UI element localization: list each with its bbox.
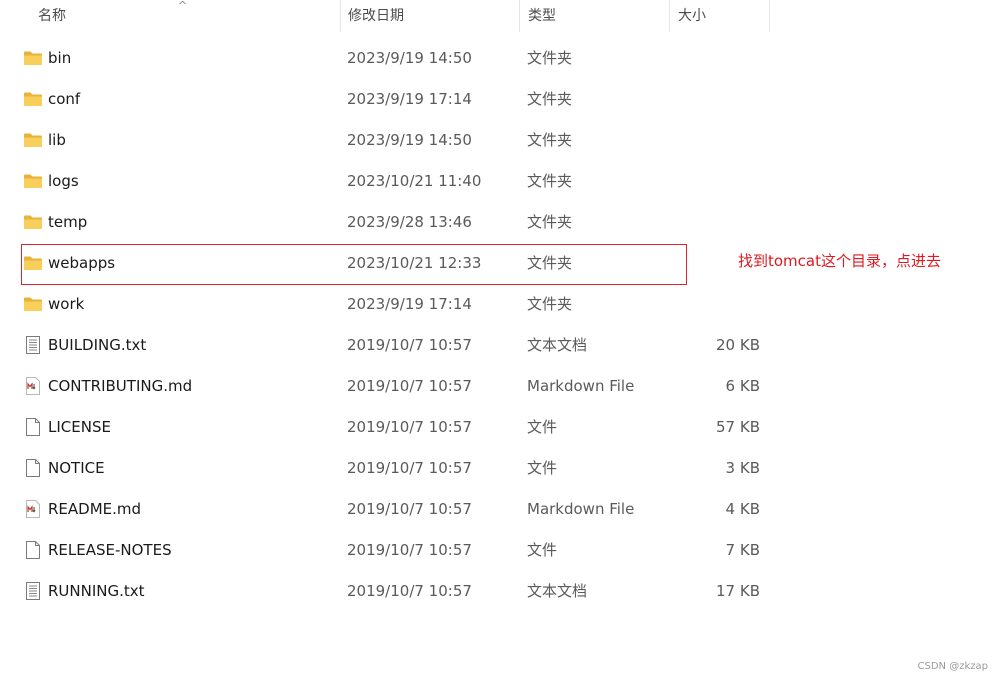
file-modified-date: 2023/9/19 14:50 xyxy=(347,131,472,149)
file-type: 文件夹 xyxy=(527,49,573,67)
file-row[interactable]: CONTRIBUTING.md 2019/10/7 10:57 Markdown F… xyxy=(0,366,780,407)
folder-icon xyxy=(23,130,43,150)
file-name: bin xyxy=(48,49,72,67)
file-row[interactable]: RUNNING.txt 2019/10/7 10:57 文本文档 17 KB xyxy=(0,571,780,612)
markdown-file-icon xyxy=(23,499,43,519)
blank-file-icon xyxy=(23,540,43,560)
webapps-highlight-box xyxy=(21,244,687,285)
folder-icon xyxy=(23,48,43,68)
markdown-file-icon xyxy=(23,376,43,396)
file-name: temp xyxy=(48,213,88,231)
file-name: CONTRIBUTING.md xyxy=(48,377,193,395)
file-name: RELEASE-NOTES xyxy=(48,541,172,559)
column-header-size[interactable]: 大小 xyxy=(678,0,706,32)
file-modified-date: 2019/10/7 10:57 xyxy=(347,459,472,477)
column-divider[interactable] xyxy=(519,0,520,32)
text-document-icon xyxy=(23,581,43,601)
file-name: work xyxy=(48,295,85,313)
file-type: 文本文档 xyxy=(527,582,588,600)
file-row[interactable]: README.md 2019/10/7 10:57 Markdown File 4 K… xyxy=(0,489,780,530)
text-document-icon xyxy=(23,335,43,355)
file-row[interactable]: BUILDING.txt 2019/10/7 10:57 文本文档 20 KB xyxy=(0,325,780,366)
file-size: 20 KB xyxy=(716,336,760,354)
column-header: 名称 ^ 修改日期 类型 大小 xyxy=(0,0,770,32)
file-type: 文件 xyxy=(527,459,558,477)
file-type: 文件夹 xyxy=(527,172,573,190)
file-type: 文件夹 xyxy=(527,295,573,313)
column-header-date[interactable]: 修改日期 xyxy=(348,0,404,32)
annotation-text: 找到tomcat这个目录，点进去 xyxy=(738,252,941,270)
file-row[interactable]: LICENSE 2019/10/7 10:57 文件 57 KB xyxy=(0,407,780,448)
file-modified-date: 2023/9/19 17:14 xyxy=(347,90,472,108)
file-modified-date: 2019/10/7 10:57 xyxy=(347,377,472,395)
folder-icon xyxy=(23,294,43,314)
file-row[interactable]: conf 2023/9/19 17:14 文件夹 xyxy=(0,79,780,120)
file-row[interactable]: NOTICE 2019/10/7 10:57 文件 3 KB xyxy=(0,448,780,489)
file-modified-date: 2019/10/7 10:57 xyxy=(347,418,472,436)
file-type: 文件 xyxy=(527,418,558,436)
file-modified-date: 2023/9/19 14:50 xyxy=(347,49,472,67)
file-name: LICENSE xyxy=(48,418,111,436)
file-row[interactable]: work 2023/9/19 17:14 文件夹 xyxy=(0,284,780,325)
file-type: 文本文档 xyxy=(527,336,588,354)
file-size: 3 KB xyxy=(725,459,760,477)
file-size: 6 KB xyxy=(725,377,760,395)
folder-icon xyxy=(23,212,43,232)
file-row[interactable]: RELEASE-NOTES 2019/10/7 10:57 文件 7 KB xyxy=(0,530,780,571)
file-type: 文件 xyxy=(527,541,558,559)
file-name: lib xyxy=(48,131,66,149)
file-modified-date: 2023/10/21 11:40 xyxy=(347,172,482,190)
folder-icon xyxy=(23,89,43,109)
folder-icon xyxy=(23,171,43,191)
file-type: 文件夹 xyxy=(527,90,573,108)
file-modified-date: 2019/10/7 10:57 xyxy=(347,336,472,354)
column-divider[interactable] xyxy=(769,0,770,32)
file-size: 4 KB xyxy=(725,500,760,518)
file-type: 文件夹 xyxy=(527,213,573,231)
file-type: Markdown File xyxy=(527,377,635,395)
sort-ascending-icon: ^ xyxy=(178,0,188,12)
file-row[interactable]: bin 2023/9/19 14:50 文件夹 xyxy=(0,38,780,79)
file-name: RUNNING.txt xyxy=(48,582,145,600)
file-size: 17 KB xyxy=(716,582,760,600)
file-row[interactable]: temp 2023/9/28 13:46 文件夹 xyxy=(0,202,780,243)
column-header-type[interactable]: 类型 xyxy=(528,0,556,32)
file-row[interactable]: lib 2023/9/19 14:50 文件夹 xyxy=(0,120,780,161)
file-modified-date: 2019/10/7 10:57 xyxy=(347,500,472,518)
file-modified-date: 2019/10/7 10:57 xyxy=(347,541,472,559)
file-name: logs xyxy=(48,172,79,190)
column-divider[interactable] xyxy=(340,0,341,32)
column-divider[interactable] xyxy=(669,0,670,32)
column-header-name[interactable]: 名称 xyxy=(38,0,66,32)
file-modified-date: 2023/9/19 17:14 xyxy=(347,295,472,313)
blank-file-icon xyxy=(23,458,43,478)
file-name: NOTICE xyxy=(48,459,105,477)
file-name: conf xyxy=(48,90,81,108)
file-size: 7 KB xyxy=(725,541,760,559)
file-name: README.md xyxy=(48,500,142,518)
file-modified-date: 2023/9/28 13:46 xyxy=(347,213,472,231)
file-type: 文件夹 xyxy=(527,131,573,149)
file-row[interactable]: logs 2023/10/21 11:40 文件夹 xyxy=(0,161,780,202)
watermark: CSDN @zkzap xyxy=(917,661,988,672)
file-name: BUILDING.txt xyxy=(48,336,147,354)
blank-file-icon xyxy=(23,417,43,437)
file-modified-date: 2019/10/7 10:57 xyxy=(347,582,472,600)
file-type: Markdown File xyxy=(527,500,635,518)
file-size: 57 KB xyxy=(716,418,760,436)
